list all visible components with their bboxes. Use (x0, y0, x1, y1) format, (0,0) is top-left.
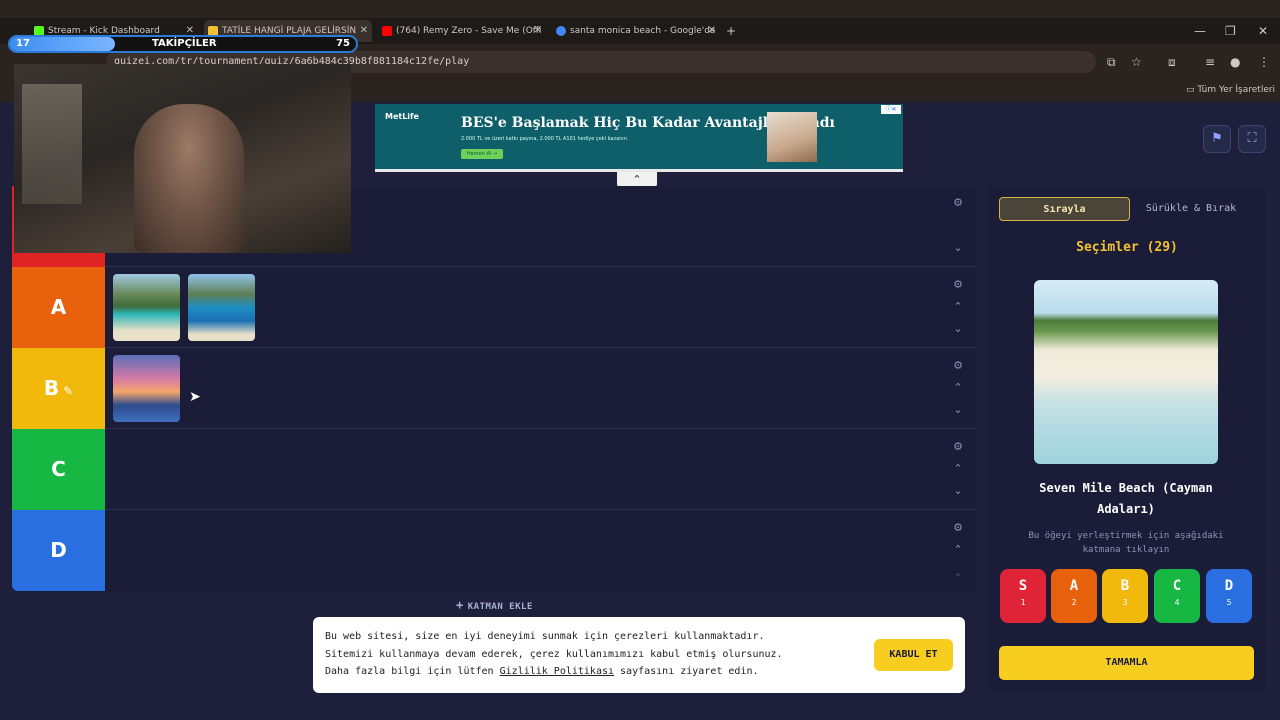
tier-settings-icon[interactable]: ⚙ (948, 196, 968, 209)
menu-icon[interactable]: ⋮ (1258, 54, 1270, 70)
all-bookmarks-button[interactable]: ▭ Tüm Yer İşaretleri (1186, 82, 1275, 98)
tier-row-c[interactable]: C (12, 429, 976, 510)
media-icon[interactable]: ≡ (1205, 54, 1215, 70)
pick-tier-c-button[interactable]: C4 (1154, 569, 1200, 623)
pick-tier-d-button[interactable]: D5 (1206, 569, 1252, 623)
profile-avatar-icon[interactable]: ● (1230, 54, 1240, 70)
minimize-icon[interactable]: — (1194, 23, 1206, 39)
flag-icon: ⚑ (1211, 131, 1223, 146)
tier-row-b[interactable]: B ✎ (12, 348, 976, 429)
item-thumbnail[interactable] (188, 274, 255, 341)
current-item-name: Seven Mile Beach (Cayman Adaları) (1039, 481, 1213, 516)
move-up-icon[interactable]: ⌃ (948, 381, 968, 394)
tab-youtube[interactable]: (764) Remy Zero - Save Me (Offi ✕ (378, 20, 546, 42)
move-up-icon[interactable]: ⌃ (948, 543, 968, 556)
move-down-icon[interactable]: ⌄ (948, 322, 968, 335)
cookie-banner: Bu web sitesi, size en iyi deneyimi sunm… (313, 617, 965, 693)
add-layer-button[interactable]: + KATMAN EKLE (456, 598, 533, 612)
tier-row-d[interactable]: D (12, 510, 976, 591)
finish-button[interactable]: TAMAMLA (999, 646, 1254, 680)
youtube-favicon-icon (382, 26, 392, 36)
folder-icon: ▭ (1186, 85, 1195, 95)
edit-pencil-icon[interactable]: ✎ (63, 384, 73, 398)
window-close-icon[interactable]: ✕ (1258, 23, 1268, 39)
follower-current-count: 17 (16, 38, 30, 49)
tier-settings-icon[interactable]: ⚙ (948, 278, 968, 291)
report-flag-button[interactable]: ⚑ (1203, 125, 1231, 153)
cookie-message: Bu web sitesi, size en iyi deneyimi sunm… (325, 631, 783, 677)
ad-subtext: 2.000 TL ve üzeri katkı payına, 2.000 TL… (461, 136, 629, 142)
current-item-image (1034, 280, 1218, 464)
ad-info-icon[interactable]: ⓘ✕ (881, 105, 901, 114)
move-down-icon: ⌄ (953, 566, 963, 579)
ad-cta-button[interactable]: Hemen Al → (461, 149, 503, 159)
tier-row-a[interactable]: A (12, 267, 976, 348)
close-tab-icon[interactable]: ✕ (360, 20, 368, 42)
placement-hint: Bu öğeyi yerleştirmek için aşağıdaki kat… (1028, 531, 1224, 555)
extensions-icon[interactable]: ⧈ (1168, 54, 1176, 70)
privacy-policy-link[interactable]: Gizlilik Politikası (500, 666, 614, 677)
accept-cookies-button[interactable]: KABUL ET (874, 639, 953, 671)
pick-tier-b-button[interactable]: B3 (1102, 569, 1148, 623)
new-tab-icon[interactable]: + (726, 23, 736, 39)
maximize-icon[interactable]: ❐ (1225, 23, 1236, 39)
tier-label-d[interactable]: D (12, 510, 105, 591)
tier-label-b[interactable]: B ✎ (12, 348, 105, 429)
move-down-icon[interactable]: ⌄ (948, 403, 968, 416)
move-up-icon[interactable]: ⌃ (948, 462, 968, 475)
choices-title: Seçimler (29) (1076, 240, 1178, 255)
tier-settings-icon[interactable]: ⚙ (948, 359, 968, 372)
follower-goal-bar: 17 TAKİPÇİLER 75 (8, 35, 358, 53)
webcam-overlay (14, 64, 351, 253)
move-down-icon[interactable]: ⌄ (948, 484, 968, 497)
tier-settings-icon[interactable]: ⚙ (948, 440, 968, 453)
fullscreen-button[interactable]: ⛶ (1238, 125, 1266, 153)
mode-sequential-tab[interactable]: Sırayla (999, 197, 1130, 221)
plus-icon: + (456, 598, 464, 612)
tier-label-a[interactable]: A (12, 267, 105, 348)
advertisement-banner[interactable]: MetLife BES'e Başlamak Hiç Bu Kadar Avan… (375, 104, 903, 172)
item-thumbnail[interactable] (113, 274, 180, 341)
chevron-up-icon: ⌃ (632, 173, 642, 186)
follower-goal-label: TAKİPÇİLER (152, 38, 217, 49)
fullscreen-icon: ⛶ (1247, 131, 1257, 146)
move-up-icon[interactable]: ⌃ (948, 300, 968, 313)
close-tab-icon[interactable]: ✕ (708, 20, 716, 42)
follower-goal-count: 75 (336, 38, 350, 49)
ad-brand: MetLife (385, 112, 419, 121)
mouse-cursor-icon: ➤ (189, 389, 201, 405)
ad-photo (767, 112, 817, 162)
translate-icon[interactable]: ⧉ (1107, 54, 1116, 70)
bookmark-star-icon[interactable]: ☆ (1131, 54, 1142, 70)
tier-label-c[interactable]: C (12, 429, 105, 510)
pick-tier-a-button[interactable]: A2 (1051, 569, 1097, 623)
close-tab-icon[interactable]: ✕ (534, 20, 542, 42)
pick-tier-s-button[interactable]: S1 (1000, 569, 1046, 623)
webcam-background (22, 84, 82, 204)
tier-settings-icon[interactable]: ⚙ (948, 521, 968, 534)
item-thumbnail[interactable] (113, 355, 180, 422)
move-down-icon[interactable]: ⌄ (948, 241, 968, 254)
tab-google[interactable]: santa monica beach - Google'da ✕ (552, 20, 720, 42)
streamer-video (134, 104, 244, 253)
mode-drag-drop-tab[interactable]: Sürükle & Bırak (1134, 197, 1248, 221)
google-favicon-icon (556, 26, 566, 36)
